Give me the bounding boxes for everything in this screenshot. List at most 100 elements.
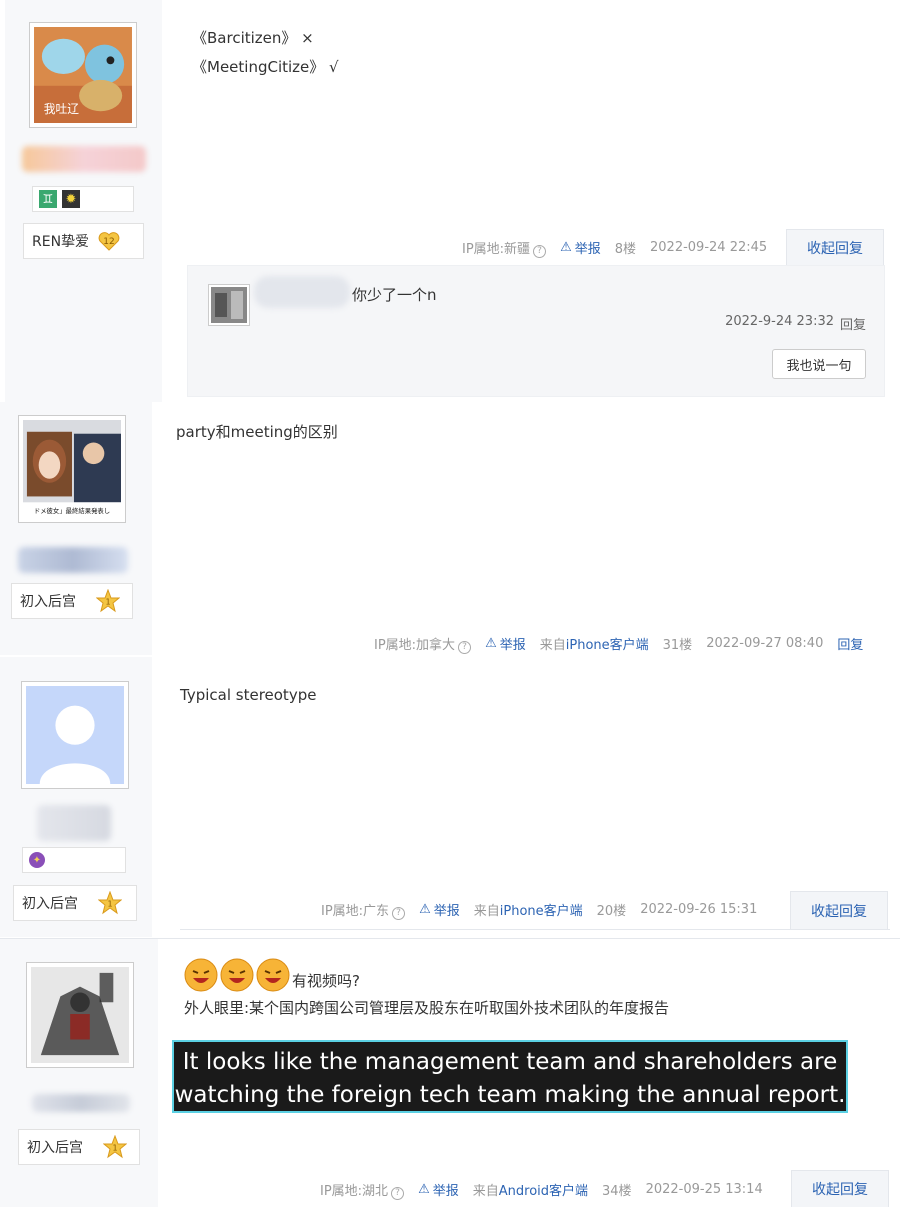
post-floor-20: ✦ 初入后宫 1 Typical stereotype IP属地:广东? ⚠ 举报…	[0, 657, 900, 937]
blurred-username	[37, 805, 111, 841]
sub-reply-text: 你少了一个n	[352, 286, 437, 304]
client-info: 来自Android客户端	[472, 1184, 589, 1200]
laughing-emoji-icon	[184, 958, 218, 992]
post-time: 2022-09-26 15:31	[640, 902, 758, 918]
warning-icon: ⚠	[419, 902, 431, 918]
warning-icon: ⚠	[418, 1182, 430, 1198]
client-link[interactable]: iPhone客户端	[566, 638, 649, 653]
floor-number: 20楼	[596, 904, 627, 920]
blurred-username	[18, 547, 128, 573]
post-meta: IP属地:广东? ⚠ 举报 来自iPhone客户端 20楼 2022-09-26 …	[321, 900, 757, 920]
robot-art-avatar-image	[31, 967, 129, 1063]
level-box[interactable]: REN挚爱 12	[23, 223, 144, 259]
content-line: party和meeting的区别	[176, 423, 338, 441]
report-link[interactable]: ⚠ 举报	[485, 634, 526, 653]
level-name: 初入后宫	[20, 594, 76, 610]
content-text: 有视频吗?	[292, 972, 360, 990]
purple-badge-icon: ✦	[29, 852, 45, 868]
level-box[interactable]: 初入后宫 1	[13, 885, 137, 921]
report-link[interactable]: ⚠ 举报	[419, 900, 460, 919]
sub-reply-box: 你少了一个n 2022-9-24 23:32 回复 我也说一句	[187, 265, 885, 397]
content-line-2: 外人眼里:某个国内跨国公司管理层及股东在听取国外技术团队的年度报告	[184, 999, 670, 1017]
help-icon[interactable]: ?	[533, 244, 547, 258]
ip-location: IP属地:广东?	[321, 900, 406, 920]
content-line: 《Barcitizen》 ×	[192, 29, 314, 47]
sub-reply-avatar[interactable]	[208, 284, 250, 326]
collapse-reply-button[interactable]: 收起回复	[790, 891, 888, 929]
blurred-sub-username	[254, 276, 350, 308]
content-line: 《MeetingCitize》 √	[192, 58, 339, 76]
warning-icon: ⚠	[560, 240, 572, 256]
post-meta: IP属地:新疆? ⚠ 举报 8楼 2022-09-24 22:45	[462, 238, 767, 258]
sub-reply-meta: 2022-9-24 23:32 回复	[725, 314, 866, 333]
subtitle-caption: It looks like the management team and sh…	[172, 1040, 848, 1113]
sub-reply-reply-link[interactable]: 回复	[840, 314, 866, 333]
collapse-reply-button[interactable]: 收起回复	[786, 229, 884, 265]
post-content: Typical stereotype	[180, 681, 316, 710]
help-icon[interactable]: ?	[391, 1186, 405, 1200]
post-meta: IP属地:加拿大? ⚠ 举报 来自iPhone客户端 31楼 2022-09-27…	[374, 634, 863, 654]
avatar[interactable]	[26, 962, 134, 1068]
client-info: 来自iPhone客户端	[539, 638, 649, 654]
post-floor-31: ドメ彼女」最終結果発表し 初入后宫 1 party和meeting的区别 IP属…	[0, 402, 900, 655]
post-meta: IP属地:湖北? ⚠ 举报 来自Android客户端 34楼 2022-09-25…	[320, 1180, 763, 1200]
badge-icons-row: ♊ ✹	[32, 186, 134, 212]
ip-location: IP属地:加拿大?	[374, 634, 472, 654]
level-name: 初入后宫	[27, 1140, 83, 1156]
post-time: 2022-09-25 13:14	[645, 1182, 763, 1198]
floor-number: 34楼	[602, 1184, 632, 1200]
svg-text:1: 1	[105, 598, 110, 607]
avatar-caption: ドメ彼女」最終結果発表し	[34, 506, 110, 515]
reply-link[interactable]: 回复	[837, 634, 863, 653]
level-star-icon: 1	[97, 890, 123, 915]
default-user-avatar-icon	[26, 686, 124, 784]
level-star-icon: 1	[102, 1134, 128, 1159]
squirtle-avatar-image: 我吐辽	[34, 27, 132, 123]
help-icon[interactable]: ?	[458, 640, 472, 654]
content-line-1: 有视频吗?	[184, 958, 669, 992]
warning-icon: ⚠	[485, 636, 497, 652]
client-info: 来自iPhone客户端	[473, 904, 583, 920]
content-line: Typical stereotype	[180, 686, 317, 704]
blurred-username	[32, 1094, 130, 1112]
post-content: party和meeting的区别	[176, 418, 338, 447]
svg-text:12: 12	[103, 237, 114, 247]
report-link[interactable]: ⚠ 举报	[560, 238, 601, 257]
say-something-button[interactable]: 我也说一句	[772, 349, 866, 379]
svg-text:1: 1	[107, 900, 112, 909]
laughing-emoji-icon	[256, 958, 290, 992]
svg-text:我吐辽: 我吐辽	[44, 102, 79, 116]
post-time: 2022-09-27 08:40	[706, 636, 824, 652]
collapse-reply-button[interactable]: 收起回复	[791, 1170, 889, 1207]
ip-location: IP属地:湖北?	[320, 1180, 405, 1200]
level-star-icon: 1	[95, 588, 121, 613]
gemini-icon: ♊	[39, 190, 57, 208]
post-floor-8: 我吐辽 ♊ ✹ REN挚爱 12 《Barcitizen》 × 《Meeting…	[0, 0, 900, 402]
level-name: 初入后宫	[22, 896, 78, 912]
sub-reply-time: 2022-9-24 23:32	[725, 314, 834, 329]
post-content: 有视频吗? 外人眼里:某个国内跨国公司管理层及股东在听取国外技术团队的年度报告	[184, 958, 669, 1023]
anime-meme-avatar-image: ドメ彼女」最終結果発表し	[23, 420, 121, 518]
post-time: 2022-09-24 22:45	[650, 240, 768, 256]
ip-location: IP属地:新疆?	[462, 238, 547, 258]
avatar[interactable]	[21, 681, 129, 789]
avatar[interactable]: 我吐辽	[29, 22, 137, 128]
help-icon[interactable]: ?	[392, 906, 406, 920]
level-heart-icon: 12	[97, 229, 121, 253]
avatar[interactable]: ドメ彼女」最終結果発表し	[18, 415, 126, 523]
floor-number: 31楼	[662, 638, 693, 654]
report-link[interactable]: ⚠ 举报	[418, 1180, 459, 1199]
laughing-emoji-icon	[220, 958, 254, 992]
client-link[interactable]: iPhone客户端	[500, 904, 583, 919]
level-name: REN挚爱	[32, 234, 90, 250]
level-box[interactable]: 初入后宫 1	[11, 583, 133, 619]
svg-text:1: 1	[112, 1144, 117, 1153]
badge-icons-row: ✦	[22, 847, 126, 873]
post-bottom-line	[180, 929, 890, 930]
blurred-username	[22, 146, 146, 172]
sun-badge-icon: ✹	[62, 190, 80, 208]
floor-number: 8楼	[614, 242, 637, 258]
level-box[interactable]: 初入后宫 1	[18, 1129, 140, 1165]
client-link[interactable]: Android客户端	[499, 1184, 588, 1199]
post-content: 《Barcitizen》 × 《MeetingCitize》 √	[192, 24, 339, 82]
